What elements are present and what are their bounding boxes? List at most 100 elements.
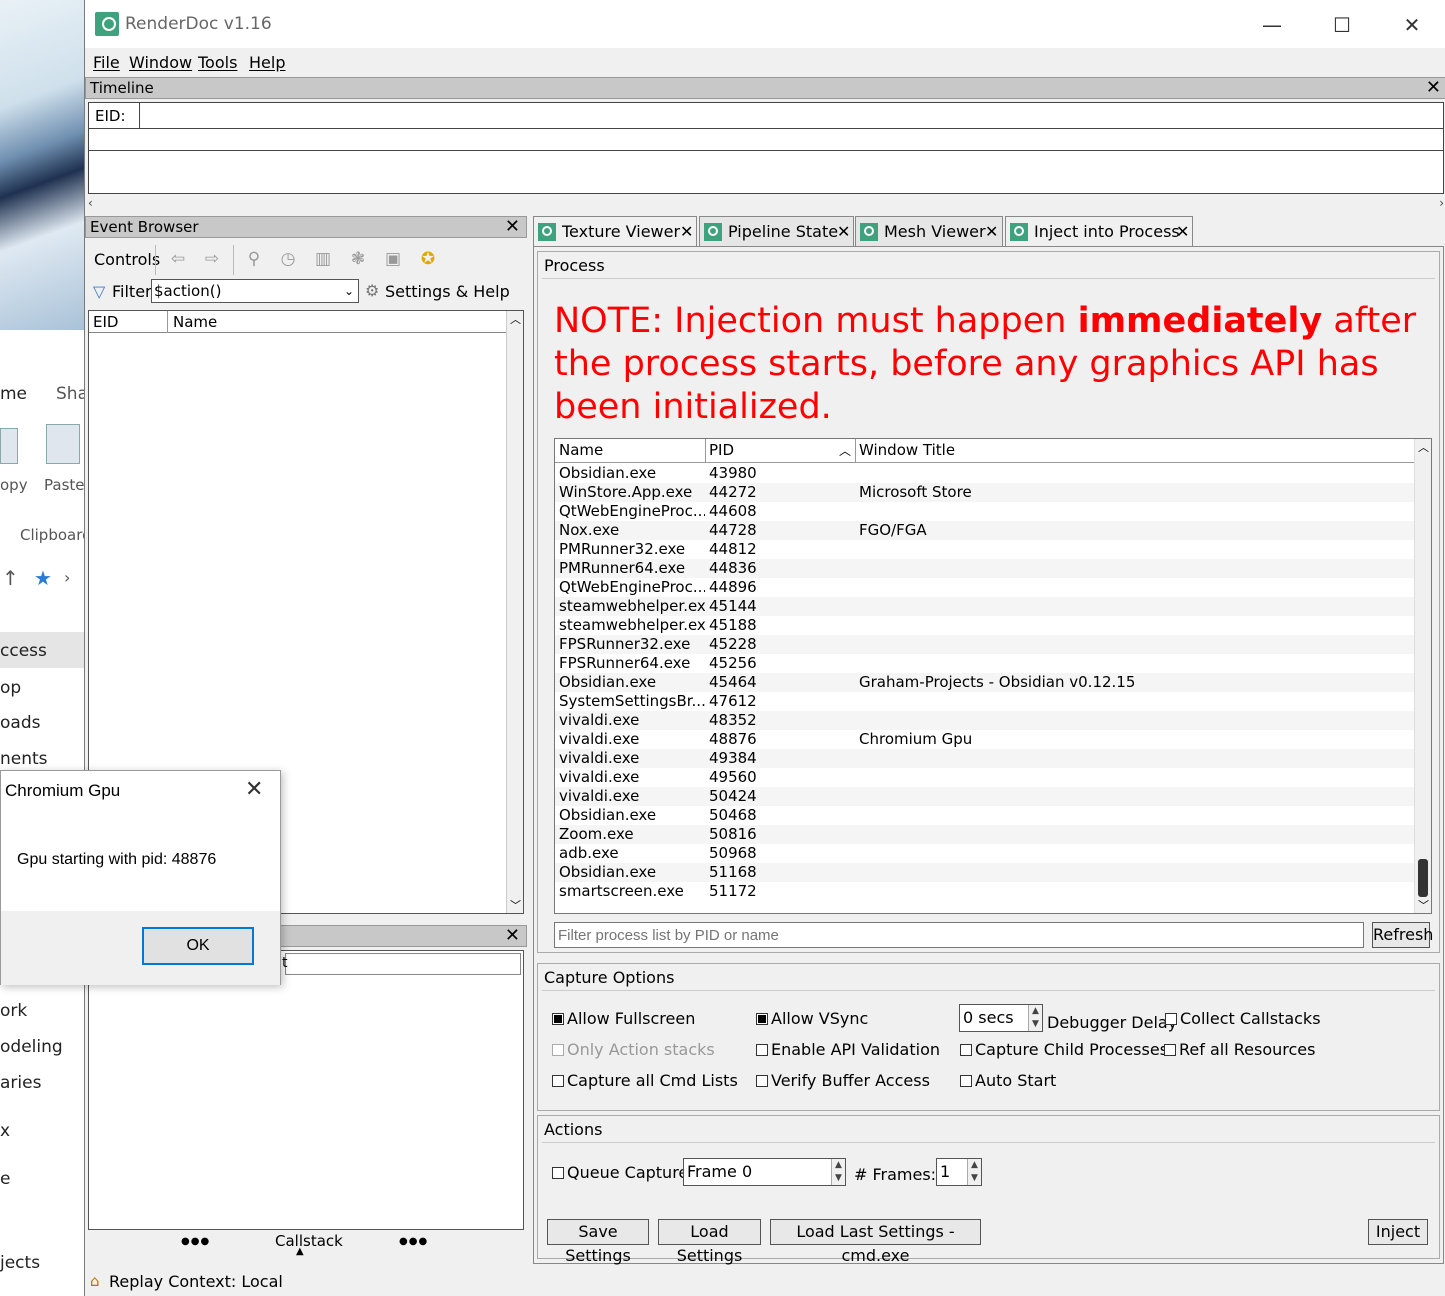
process-row[interactable]: adb.exe 50968 [555, 844, 1416, 863]
expand-up-icon[interactable]: ▲ [296, 1246, 304, 1257]
tab-close-icon[interactable]: ✕ [837, 217, 850, 247]
tab-mesh-viewer[interactable]: Mesh Viewer ✕ [855, 216, 1003, 246]
process-row[interactable]: vivaldi.exe 50424 [555, 787, 1416, 806]
only-action-stacks-checkbox[interactable]: Only Action stacks [552, 1041, 715, 1059]
event-browser-close-icon[interactable]: ✕ [505, 218, 520, 236]
menu-window[interactable]: Window [129, 53, 192, 72]
callstack-label[interactable]: Callstack [275, 1232, 343, 1250]
spin-arrows[interactable]: ▲ ▼ [831, 1159, 845, 1185]
ref-all-resources-checkbox[interactable]: Ref all Resources [1164, 1041, 1315, 1059]
maximize-button[interactable]: ☐ [1327, 10, 1357, 40]
process-row[interactable]: SystemSettingsBr... 47612 [555, 692, 1416, 711]
save-settings-button[interactable]: Save Settings [547, 1219, 649, 1265]
enable-api-validation-checkbox[interactable]: Enable API Validation [756, 1041, 940, 1059]
scroll-down-icon[interactable]: ﹀ [510, 897, 521, 913]
process-row[interactable]: WinStore.App.exe 44272 Microsoft Store [555, 483, 1416, 502]
nav-item-projects[interactable]: jects [0, 1253, 40, 1273]
process-filter-input[interactable] [554, 922, 1364, 948]
ok-button[interactable]: OK [142, 927, 254, 965]
scroll-right-icon[interactable]: › [1439, 196, 1444, 210]
auto-start-checkbox[interactable]: Auto Start [960, 1072, 1056, 1090]
spin-arrows[interactable]: ▲ ▼ [967, 1159, 981, 1185]
timeline-close-icon[interactable]: ✕ [1426, 79, 1441, 97]
process-row[interactable]: Obsidian.exe 51168 [555, 863, 1416, 882]
capture-child-processes-checkbox[interactable]: Capture Child Processes [960, 1041, 1168, 1059]
process-row[interactable]: vivaldi.exe 48876 Chromium Gpu [555, 730, 1416, 749]
scrollbar-thumb[interactable] [1418, 859, 1428, 897]
column-window-title[interactable]: Window Title [859, 441, 955, 459]
process-row[interactable]: vivaldi.exe 49560 [555, 768, 1416, 787]
nav-item-quick-access[interactable]: ccess [0, 641, 47, 661]
frame-spinbox[interactable]: Frame 0 ▲ ▼ [683, 1158, 846, 1186]
capture-all-cmd-lists-checkbox[interactable]: Capture all Cmd Lists [552, 1072, 738, 1090]
forward-arrow-icon[interactable]: ⇨ [201, 248, 223, 270]
scroll-up-icon[interactable]: ︿ [1418, 439, 1429, 455]
back-arrow-icon[interactable]: ⇦ [167, 248, 189, 270]
bookmark-star-icon[interactable]: ✪ [417, 248, 439, 270]
process-row[interactable]: QtWebEngineProc... 44608 [555, 502, 1416, 521]
menu-help[interactable]: Help [249, 53, 285, 72]
collect-callstacks-checkbox[interactable]: Collect Callstacks [1165, 1010, 1321, 1028]
timeline-hscrollbar[interactable]: ‹ › [88, 196, 1444, 210]
settings-help-button[interactable]: Settings & Help [385, 282, 510, 301]
more-dots-icon[interactable]: ●●● [181, 1236, 210, 1247]
nav-item-x[interactable]: x [0, 1121, 10, 1141]
spin-arrows[interactable]: ▲ ▼ [1028, 1005, 1042, 1031]
load-last-settings-button[interactable]: Load Last Settings - cmd.exe [770, 1219, 981, 1265]
tab-close-icon[interactable]: ✕ [1176, 217, 1189, 247]
find-binoculars-icon[interactable]: ⚲ [243, 248, 265, 270]
scroll-left-icon[interactable]: ‹ [88, 196, 93, 210]
process-row[interactable]: FPSRunner32.exe 45228 [555, 635, 1416, 654]
column-pid[interactable]: PID [709, 441, 734, 459]
explorer-tab-home[interactable]: me [0, 384, 27, 404]
process-table-vscrollbar[interactable]: ︿ ﹀ [1414, 439, 1431, 913]
nav-item-modeling[interactable]: odeling [0, 1037, 63, 1057]
process-row[interactable]: vivaldi.exe 48352 [555, 711, 1416, 730]
up-arrow-icon[interactable]: ↑ [2, 566, 19, 590]
nav-item-libraries[interactable]: aries [0, 1073, 41, 1093]
save-disk-icon[interactable]: ▣ [382, 248, 404, 270]
close-button[interactable]: ✕ [1397, 10, 1427, 40]
process-row[interactable]: Obsidian.exe 43980 [555, 464, 1416, 483]
more-dots-icon[interactable]: ●●● [399, 1236, 428, 1247]
load-settings-button[interactable]: Load Settings [658, 1219, 761, 1265]
column-name[interactable]: Name [559, 441, 603, 459]
process-row[interactable]: Obsidian.exe 50468 [555, 806, 1416, 825]
nav-item-downloads[interactable]: oads [0, 713, 40, 733]
column-eid[interactable]: EID [93, 313, 118, 331]
process-row[interactable]: QtWebEngineProc... 44896 [555, 578, 1416, 597]
frames-count-spinbox[interactable]: 1 ▲ ▼ [936, 1158, 982, 1186]
title-bar[interactable]: RenderDoc v1.16 — ☐ ✕ [85, 0, 1445, 48]
timeline-area[interactable]: EID: [88, 102, 1444, 194]
process-row[interactable]: Nox.exe 44728 FGO/FGA [555, 521, 1416, 540]
tab-texture-viewer[interactable]: Texture Viewer ✕ [533, 216, 697, 247]
nav-item-desktop[interactable]: op [0, 678, 21, 698]
event-list-vscrollbar[interactable]: ︿ ﹀ [506, 311, 523, 913]
settings-gear-icon[interactable]: ⚙ [365, 281, 379, 300]
minimize-button[interactable]: — [1257, 10, 1287, 40]
process-row[interactable]: Obsidian.exe 45464 Graham-Projects - Obsid… [555, 673, 1416, 692]
refresh-button[interactable]: Refresh [1372, 922, 1433, 948]
process-row[interactable]: smartscreen.exe 51172 [555, 882, 1416, 901]
stats-chart-icon[interactable]: ▥ [312, 248, 334, 270]
tab-close-icon[interactable]: ✕ [985, 217, 998, 247]
tab-inject-into-process[interactable]: Inject into Process ✕ [1005, 216, 1193, 247]
tab-close-icon[interactable]: ✕ [680, 217, 693, 247]
filter-combobox[interactable]: $action() ⌄ [151, 279, 359, 303]
tab-pipeline-state[interactable]: Pipeline State ✕ [699, 216, 854, 246]
allow-fullscreen-checkbox[interactable]: Allow Fullscreen [552, 1010, 695, 1028]
explorer-tab-share[interactable]: Sha [56, 384, 84, 404]
process-row[interactable]: PMRunner64.exe 44836 [555, 559, 1416, 578]
menu-tools[interactable]: Tools [198, 53, 237, 72]
column-name[interactable]: Name [173, 313, 217, 331]
verify-buffer-access-checkbox[interactable]: Verify Buffer Access [756, 1072, 930, 1090]
filter-bugs-icon[interactable]: ❃ [347, 248, 369, 270]
debugger-delay-spinbox[interactable]: 0 secs ▲ ▼ [959, 1004, 1043, 1032]
bottom-panel-close-icon[interactable]: ✕ [505, 927, 520, 945]
nav-item-e[interactable]: e [0, 1169, 10, 1189]
process-row[interactable]: steamwebhelper.exe 45144 [555, 597, 1416, 616]
scroll-up-icon[interactable]: ︿ [510, 311, 521, 327]
dialog-close-icon[interactable]: ✕ [245, 777, 263, 802]
nav-item-documents[interactable]: nents [0, 749, 48, 769]
menu-file[interactable]: File [93, 53, 120, 72]
